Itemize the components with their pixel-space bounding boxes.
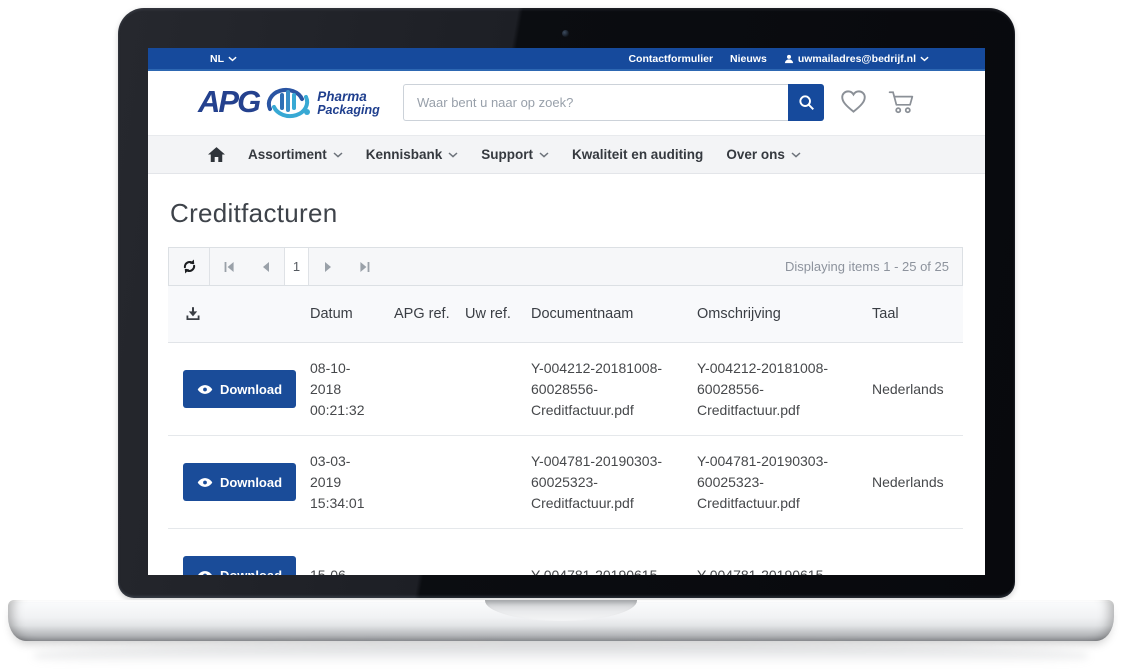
next-page-icon [322,261,334,273]
prev-page-icon [260,261,272,273]
nav-home[interactable] [208,147,225,162]
logo-apg-text: APG [198,84,259,120]
logo-tagline: Pharma Packaging [317,87,380,117]
table-header-row: Datum APG ref. Uw ref. Documentnaam Omsc… [168,286,963,343]
heart-icon [840,102,867,117]
chevron-down-icon [333,152,343,158]
cell-datum: 08-10-2018 00:21:32 [310,358,394,421]
site-header: APG Pharma Packaging [148,71,985,135]
language-selector[interactable]: NL [210,53,237,65]
main-navigation: Assortiment Kennisbank Support Kwaliteit… [148,135,985,174]
refresh-icon [181,258,198,275]
dna-logo-icon [265,82,311,122]
utility-bar: NL Contactformulier Nieuws uwmailadres@b… [148,48,985,69]
eye-icon [197,477,213,488]
cell-omschrijving: Y-004781-20190303-60025323-Creditfactuur… [697,451,872,514]
browser-viewport: NL Contactformulier Nieuws uwmailadres@b… [148,48,985,575]
search-button[interactable] [788,84,824,121]
documents-grid: 1 Displaying items 1 - 25 of 25 [168,247,963,575]
cell-datum: 03-03-2019 15:34:01 [310,451,394,514]
cell-datum: 15-06- [310,565,394,576]
chevron-down-icon [228,56,237,62]
shopping-cart-icon [887,103,916,118]
prev-page-button[interactable] [247,248,284,285]
last-page-icon [359,261,371,273]
first-page-button[interactable] [210,248,247,285]
cell-taal: Nederlands [872,379,963,400]
table-row: Download 15-06- Y-004781-20190615- Y-004… [168,529,963,575]
chevron-down-icon [539,152,549,158]
nav-label: Kennisbank [366,147,443,162]
cell-documentnaam: Y-004212-20181008-60028556-Creditfactuur… [531,358,697,421]
nav-label: Over ons [726,147,785,162]
column-header-apg-ref[interactable]: APG ref. [394,306,465,322]
nav-item-assortiment[interactable]: Assortiment [248,147,343,162]
nav-item-over-ons[interactable]: Over ons [726,147,801,162]
company-logo[interactable]: APG Pharma Packaging [198,82,380,122]
download-button[interactable]: Download [183,370,296,408]
download-button-label: Download [220,568,282,576]
column-header-datum[interactable]: Datum [310,306,394,322]
eye-icon [197,384,213,395]
utility-links: Contactformulier Nieuws uwmailadres@bedr… [628,53,929,65]
account-email: uwmailadres@bedrijf.nl [798,53,916,65]
cart-button[interactable] [887,89,916,115]
laptop-mockup: NL Contactformulier Nieuws uwmailadres@b… [0,0,1122,669]
column-header-omschrijving[interactable]: Omschrijving [697,306,872,322]
next-page-button[interactable] [309,248,346,285]
logo-tagline-line1: Pharma [317,90,380,104]
link-nieuws[interactable]: Nieuws [730,53,767,65]
grid-toolbar: 1 Displaying items 1 - 25 of 25 [168,247,963,286]
download-column-header [168,306,310,322]
last-page-button[interactable] [346,248,383,285]
search-input[interactable] [403,84,788,121]
table-row: Download 03-03-2019 15:34:01 Y-004781-20… [168,436,963,529]
cell-documentnaam: Y-004781-20190615- [531,565,697,576]
paging-status: Displaying items 1 - 25 of 25 [785,248,962,285]
column-header-uw-ref[interactable]: Uw ref. [465,306,531,322]
eye-icon [197,570,213,576]
search-bar [403,84,824,121]
chevron-down-icon [920,56,929,62]
nav-item-kennisbank[interactable]: Kennisbank [366,147,459,162]
column-header-taal[interactable]: Taal [872,306,963,322]
download-button[interactable]: Download [183,556,296,575]
page-content: Creditfacturen [148,198,985,575]
table-row: Download 08-10-2018 00:21:32 Y-004212-20… [168,343,963,436]
cell-omschrijving: Y-004212-20181008-60028556-Creditfactuur… [697,358,872,421]
nav-item-support[interactable]: Support [481,147,549,162]
account-menu[interactable]: uwmailadres@bedrijf.nl [784,53,929,65]
search-icon [798,94,815,111]
cell-documentnaam: Y-004781-20190303-60025323-Creditfactuur… [531,451,697,514]
wishlist-button[interactable] [840,89,867,114]
webcam-dot [562,30,569,37]
download-tray-icon [185,310,201,326]
refresh-button[interactable] [169,248,210,285]
cell-taal: Nederlands [872,472,963,493]
current-page-indicator[interactable]: 1 [284,248,309,285]
logo-tagline-line2: Packaging [317,104,380,117]
nav-label: Support [481,147,533,162]
column-header-documentnaam[interactable]: Documentnaam [531,306,697,322]
download-button[interactable]: Download [183,463,296,501]
nav-label: Assortiment [248,147,327,162]
chevron-down-icon [791,152,801,158]
person-icon [784,54,794,64]
download-button-label: Download [220,475,282,490]
cell-omschrijving: Y-004781-20190615- [697,565,872,576]
page-title: Creditfacturen [170,198,965,229]
nav-label: Kwaliteit en auditing [572,147,703,162]
first-page-icon [223,261,235,273]
download-button-label: Download [220,382,282,397]
nav-item-kwaliteit-en-auditing[interactable]: Kwaliteit en auditing [572,147,703,162]
chevron-down-icon [448,152,458,158]
language-label: NL [210,53,224,65]
link-contactformulier[interactable]: Contactformulier [628,53,713,65]
laptop-reflection [34,644,1088,668]
home-icon [208,147,225,162]
